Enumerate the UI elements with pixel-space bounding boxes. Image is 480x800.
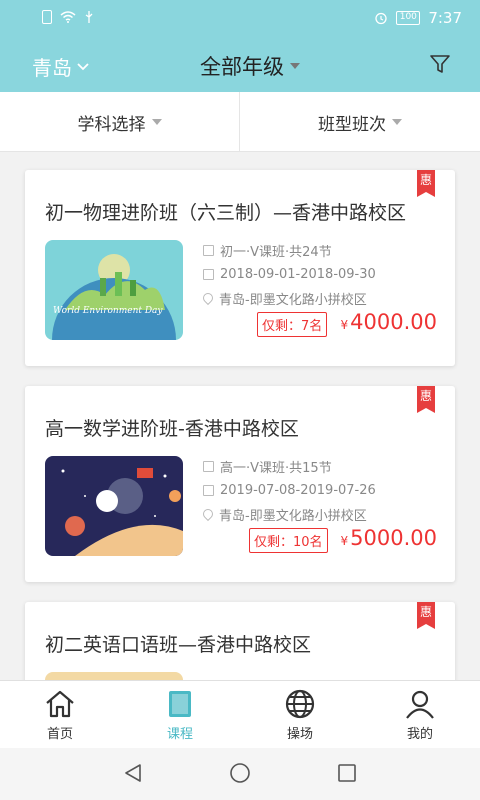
- filter-tabs: 学科选择 班型班次: [0, 92, 480, 152]
- clock: 7:37: [428, 9, 462, 27]
- usb-icon: [85, 11, 93, 23]
- course-image: [45, 672, 183, 680]
- tab-home[interactable]: 首页: [0, 681, 120, 749]
- calendar-icon: [203, 268, 214, 280]
- back-icon[interactable]: [122, 762, 144, 784]
- course-list: 惠 初一物理进阶班（六三制）—香港中路校区 World Environment …: [0, 152, 480, 680]
- grade-selector[interactable]: 全部年级: [200, 51, 300, 81]
- tab-courses[interactable]: 课程: [120, 681, 240, 749]
- home-icon: [46, 690, 74, 718]
- alert-icon: [42, 10, 52, 24]
- globe-icon: [285, 689, 315, 719]
- tab-courses-label: 课程: [166, 727, 193, 742]
- wifi-icon: [60, 11, 76, 23]
- price-value: 4000.00: [350, 310, 437, 334]
- status-bar: 100 7:37: [0, 0, 480, 36]
- course-title: 高一数学进阶班-香港中路校区: [45, 418, 299, 440]
- course-location: 青岛-即墨文化路小拼校区: [219, 508, 367, 524]
- caret-down-icon: [290, 63, 300, 69]
- class-type-icon: [203, 244, 214, 256]
- location-pin-icon: [200, 506, 216, 522]
- tab-profile-label: 我的: [406, 727, 433, 742]
- tab-playground[interactable]: 操场: [240, 681, 360, 749]
- course-card[interactable]: 惠 高一数学进阶班-香港中路校区 高一·V课班·共15节 2019-07-08-…: [25, 386, 455, 582]
- course-dates: 2019-07-08-2019-07-26: [220, 482, 376, 498]
- tab-home-label: 首页: [46, 727, 73, 742]
- currency-symbol: ¥: [340, 318, 349, 332]
- course-dates: 2018-09-01-2018-09-30: [220, 266, 376, 282]
- course-type: 初一·V课班·共24节: [220, 244, 332, 260]
- alarm-icon: [375, 12, 387, 25]
- course-info: 高一·V课班·共15节 2019-07-08-2019-07-26 青岛-即墨文…: [200, 454, 376, 526]
- course-card[interactable]: 惠 初一物理进阶班（六三制）—香港中路校区 World Environment …: [25, 170, 455, 366]
- class-type-icon: [203, 460, 214, 472]
- top-header: 100 7:37 青岛 全部年级: [0, 0, 480, 92]
- price-value: 5000.00: [350, 526, 437, 550]
- tab-class-type[interactable]: 班型班次: [240, 92, 480, 152]
- calendar-icon: [203, 484, 214, 496]
- chevron-down-icon: [77, 62, 89, 70]
- home-circle-icon[interactable]: [229, 762, 251, 784]
- seats-remaining: 仅剩：7名: [257, 312, 328, 337]
- course-image: World Environment Day: [45, 240, 183, 340]
- course-title: 初一物理进阶班（六三制）—香港中路校区: [45, 202, 407, 224]
- course-info: 初一·V课班·共24节 2018-09-01-2018-09-30 青岛-即墨文…: [200, 238, 376, 310]
- course-price: ¥4000.00: [341, 310, 437, 334]
- tab-profile[interactable]: 我的: [360, 681, 480, 749]
- discount-badge: 惠: [417, 602, 435, 629]
- tab-playground-label: 操场: [286, 727, 313, 742]
- location-pin-icon: [200, 290, 216, 306]
- caret-down-icon: [392, 119, 402, 125]
- course-title: 初二英语口语班—香港中路校区: [45, 634, 312, 656]
- tab-class-type-label: 班型班次: [318, 114, 386, 135]
- recents-icon[interactable]: [336, 762, 358, 784]
- seats-remaining: 仅剩：10名: [249, 528, 328, 553]
- discount-badge: 惠: [417, 386, 435, 413]
- bottom-tab-bar: 首页 课程 操场 我的: [0, 680, 480, 748]
- course-type: 高一·V课班·共15节: [220, 460, 332, 476]
- filter-icon[interactable]: [428, 52, 452, 76]
- currency-symbol: ¥: [340, 534, 349, 548]
- nav-bar: 青岛 全部年级: [0, 36, 480, 92]
- city-label: 青岛: [32, 56, 72, 80]
- system-nav-bar: [0, 748, 480, 800]
- image-caption: World Environment Day: [53, 306, 163, 316]
- course-image: [45, 456, 183, 556]
- course-location: 青岛-即墨文化路小拼校区: [219, 292, 367, 308]
- discount-badge: 惠: [417, 170, 435, 197]
- caret-down-icon: [151, 119, 162, 125]
- user-icon: [406, 690, 434, 719]
- city-selector[interactable]: 青岛: [32, 52, 90, 81]
- battery-indicator: 100: [396, 11, 421, 25]
- grade-label: 全部年级: [200, 55, 284, 79]
- tab-subject-label: 学科选择: [77, 114, 146, 135]
- book-icon: [169, 691, 191, 717]
- tab-subject[interactable]: 学科选择: [0, 92, 240, 152]
- course-price: ¥5000.00: [341, 526, 437, 550]
- course-card[interactable]: 惠 初二英语口语班—香港中路校区: [25, 602, 455, 680]
